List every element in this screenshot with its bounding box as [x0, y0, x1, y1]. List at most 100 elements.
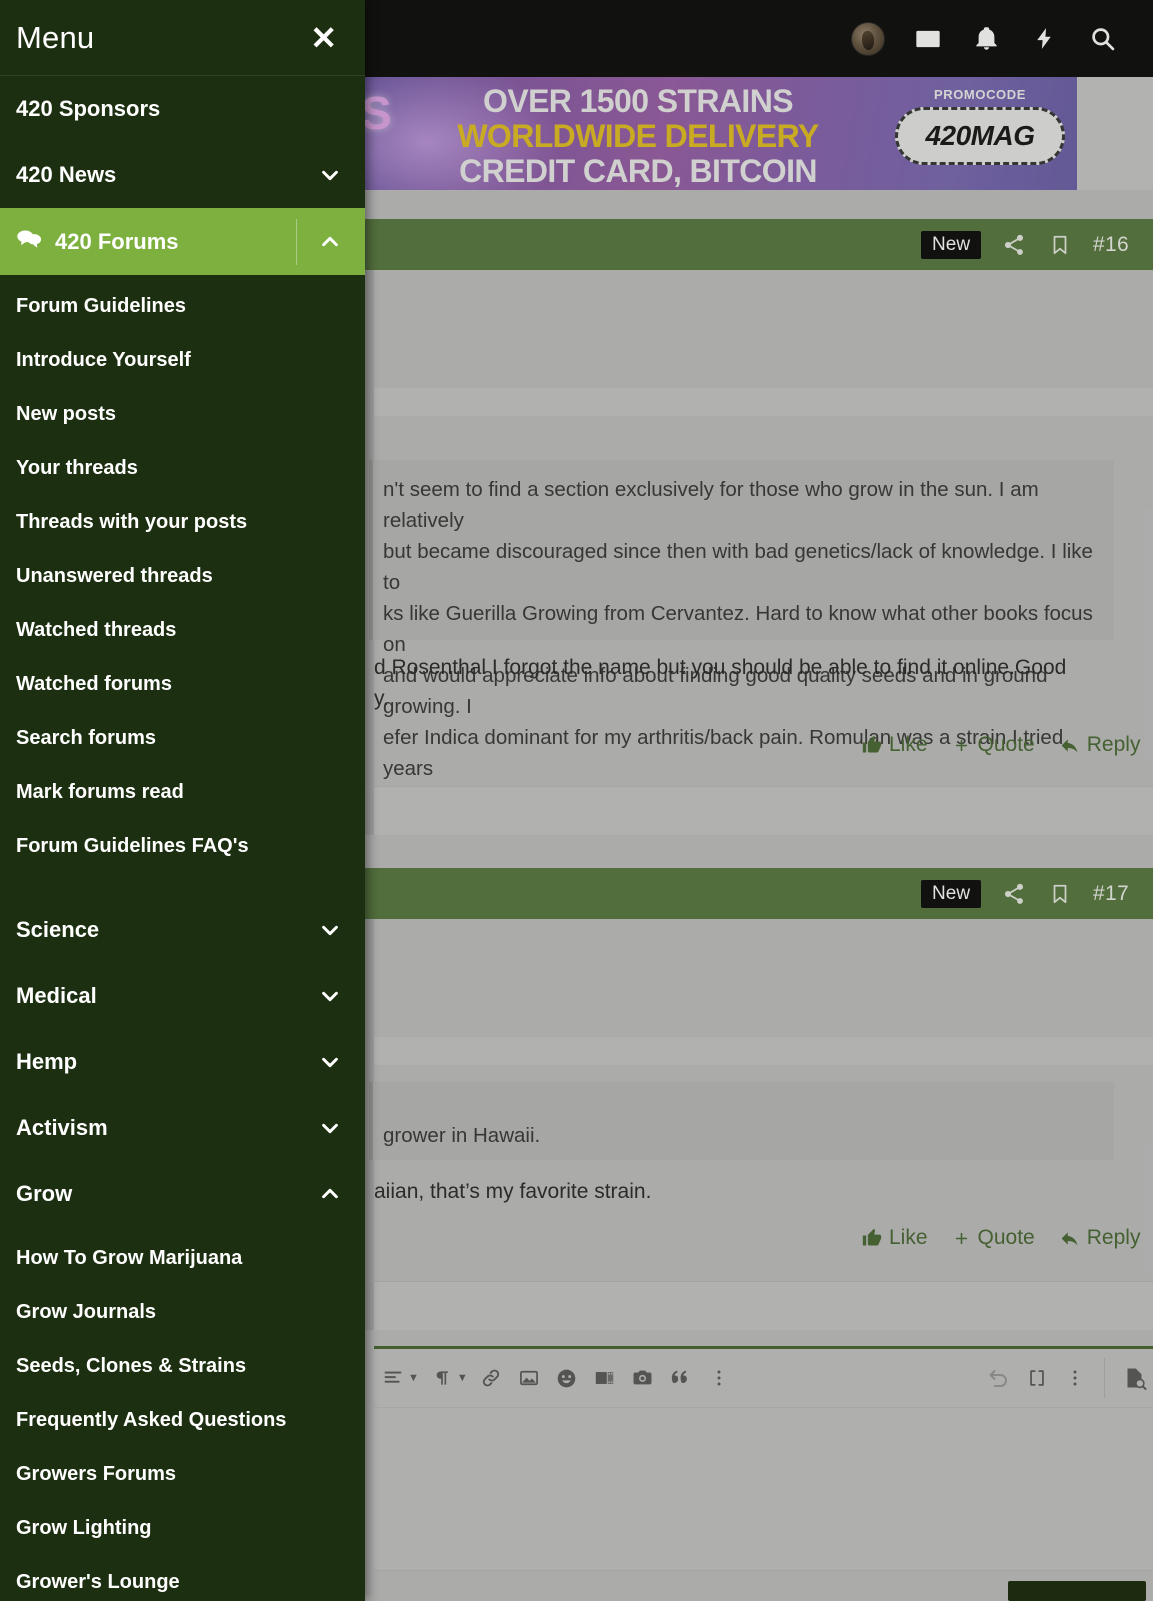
- sidebar-item-how-to-grow-marijuana[interactable]: How To Grow Marijuana: [0, 1231, 365, 1285]
- reply-label: Reply: [1086, 733, 1141, 756]
- reply-button[interactable]: Reply: [1059, 733, 1141, 757]
- post-rail-17d: [365, 1282, 374, 1330]
- insert-link-icon[interactable]: [472, 1359, 510, 1397]
- post-text-line: aiian, that’s my favorite strain.: [374, 1180, 652, 1203]
- status-badge: New: [921, 230, 982, 259]
- chevron-down-icon[interactable]: [319, 919, 341, 941]
- sidebar-item-your-threads[interactable]: Your threads: [0, 441, 365, 495]
- sidebar-item-watched-forums[interactable]: Watched forums: [0, 657, 365, 711]
- sidebar-item-forum-guidelines-faqs[interactable]: Forum Guidelines FAQ's: [0, 819, 365, 873]
- chevron-down-icon[interactable]: [319, 1051, 341, 1073]
- more-options-icon[interactable]: [1056, 1359, 1094, 1397]
- promocode-block: PROMOCODE 420MAG: [895, 87, 1065, 165]
- quote-button[interactable]: Quote: [952, 733, 1035, 757]
- insert-media-icon[interactable]: [586, 1359, 624, 1397]
- alerts-icon[interactable]: [971, 24, 1001, 54]
- sidebar-item-growers-forums[interactable]: Growers Forums: [0, 1447, 365, 1501]
- forums-icon: [16, 228, 42, 256]
- sidebar-item-forum-guidelines[interactable]: Forum Guidelines: [0, 279, 365, 333]
- sidebar-item-watched-threads[interactable]: Watched threads: [0, 603, 365, 657]
- insert-quote-icon[interactable]: [662, 1359, 700, 1397]
- quote-label: Quote: [977, 1226, 1035, 1249]
- undo-icon[interactable]: [980, 1359, 1018, 1397]
- quoted-text-16: n't seem to find a section exclusively f…: [369, 460, 1114, 811]
- sidebar-item-frequently-asked-questions[interactable]: Frequently Asked Questions: [0, 1393, 365, 1447]
- quote-line: but became discouraged since then with b…: [383, 540, 1093, 594]
- sidebar-item-growers-lounge[interactable]: Grower's Lounge: [0, 1555, 365, 1601]
- sidebar-item-unanswered-threads[interactable]: Unanswered threads: [0, 549, 365, 603]
- chevron-down-icon[interactable]: [319, 164, 341, 186]
- sidebar-item-search-forums[interactable]: Search forums: [0, 711, 365, 765]
- chevron-up-icon[interactable]: [319, 231, 341, 253]
- status-badge: New: [921, 879, 982, 908]
- user-avatar[interactable]: [851, 21, 885, 56]
- chevron-down-icon[interactable]: ▼: [408, 1372, 419, 1384]
- close-icon[interactable]: ✕: [310, 22, 337, 54]
- insert-photo-icon[interactable]: [624, 1359, 662, 1397]
- sidebar-item-mark-forums-read[interactable]: Mark forums read: [0, 765, 365, 819]
- reply-button[interactable]: Reply: [1059, 1226, 1140, 1250]
- chevron-down-icon[interactable]: [319, 1117, 341, 1139]
- quote-button[interactable]: Quote: [952, 1226, 1035, 1250]
- post-subband-17: [365, 1037, 1153, 1065]
- message-editor-input[interactable]: [374, 1407, 1153, 1570]
- sidebar-item-grow-lighting[interactable]: Grow Lighting: [0, 1501, 365, 1555]
- banner-side-gap: [1077, 77, 1153, 190]
- sidebar-item-seeds-clones-strains[interactable]: Seeds, Clones & Strains: [0, 1339, 365, 1393]
- sidebar-item-hemp[interactable]: Hemp: [0, 1029, 365, 1095]
- insert-image-icon[interactable]: [510, 1359, 548, 1397]
- sidebar-item-label: Seeds, Clones & Strains: [16, 1354, 247, 1377]
- post-meta-17: [365, 919, 1153, 1037]
- sidebar-item-grow-journals[interactable]: Grow Journals: [0, 1285, 365, 1339]
- promocode-value: 420MAG: [895, 107, 1065, 165]
- promocode-label: PROMOCODE: [933, 87, 1027, 102]
- post-text-line: y.: [374, 687, 389, 710]
- bookmark-icon[interactable]: [1047, 232, 1073, 258]
- sidebar-item-threads-with-your-posts[interactable]: Threads with your posts: [0, 495, 365, 549]
- chevron-down-icon[interactable]: [319, 985, 341, 1007]
- share-icon[interactable]: [1001, 232, 1027, 258]
- share-icon[interactable]: [1001, 881, 1027, 907]
- sidebar-item-label: How To Grow Marijuana: [16, 1246, 243, 1269]
- like-button[interactable]: Like: [862, 1226, 928, 1250]
- sidebar-item-new-posts[interactable]: New posts: [0, 387, 365, 441]
- post-number[interactable]: #16: [1093, 233, 1129, 257]
- search-icon[interactable]: [1087, 24, 1117, 54]
- quote-line: ks like Guerilla Growing from Cervantez.…: [383, 602, 1093, 656]
- banner-headline: OVER 1500 STRAINS WORLDWIDE DELIVERY CRE…: [413, 84, 863, 189]
- sponsor-banner-ad[interactable]: S OVER 1500 STRAINS WORLDWIDE DELIVERY C…: [365, 77, 1077, 190]
- insert-smilie-icon[interactable]: [548, 1359, 586, 1397]
- sidebar-item-420-news[interactable]: 420 News: [0, 142, 365, 208]
- sidebar-item-label: Search forums: [16, 726, 157, 749]
- sidebar-item-science[interactable]: Science: [0, 897, 365, 963]
- sidebar-item-label: Grower's Lounge: [16, 1570, 180, 1593]
- quote-line: grower in Hawaii.: [383, 1124, 541, 1147]
- chevron-down-icon[interactable]: ▼: [457, 1372, 468, 1384]
- sidebar-item-420-sponsors[interactable]: 420 Sponsors: [0, 76, 365, 142]
- sidebar-item-introduce-yourself[interactable]: Introduce Yourself: [0, 333, 365, 387]
- sidebar-item-activism[interactable]: Activism: [0, 1095, 365, 1161]
- more-options-icon[interactable]: [700, 1359, 738, 1397]
- sidebar-item-label: Your threads: [16, 456, 138, 479]
- sidebar-item-label: Hemp: [16, 1049, 78, 1074]
- banner-line-2: WORLDWIDE DELIVERY: [457, 118, 819, 154]
- post-reply-button[interactable]: [1008, 1581, 1146, 1601]
- sidebar-item-grow[interactable]: Grow: [0, 1161, 365, 1227]
- insert-bbcode-icon[interactable]: [1018, 1359, 1056, 1397]
- bookmark-icon[interactable]: [1047, 881, 1073, 907]
- post-footer-16: [365, 787, 1153, 835]
- post-number[interactable]: #17: [1093, 882, 1129, 906]
- sidebar-item-label: 420 News: [16, 162, 117, 187]
- preview-icon[interactable]: [1115, 1359, 1153, 1397]
- sidebar-item-medical[interactable]: Medical: [0, 963, 365, 1029]
- like-button[interactable]: Like: [862, 733, 928, 757]
- banner-line-1: OVER 1500 STRAINS: [483, 83, 794, 119]
- quote-line: n't seem to find a section exclusively f…: [383, 478, 1039, 532]
- whats-new-icon[interactable]: [1029, 24, 1059, 54]
- inbox-icon[interactable]: [913, 24, 943, 54]
- post-text-16: d Rosenthal I forgot the name but you sh…: [374, 652, 1119, 714]
- paragraph-format-icon[interactable]: [423, 1359, 461, 1397]
- align-icon[interactable]: [374, 1359, 412, 1397]
- chevron-up-icon[interactable]: [319, 1183, 341, 1205]
- sidebar-item-420-forums[interactable]: 420 Forums: [0, 208, 365, 275]
